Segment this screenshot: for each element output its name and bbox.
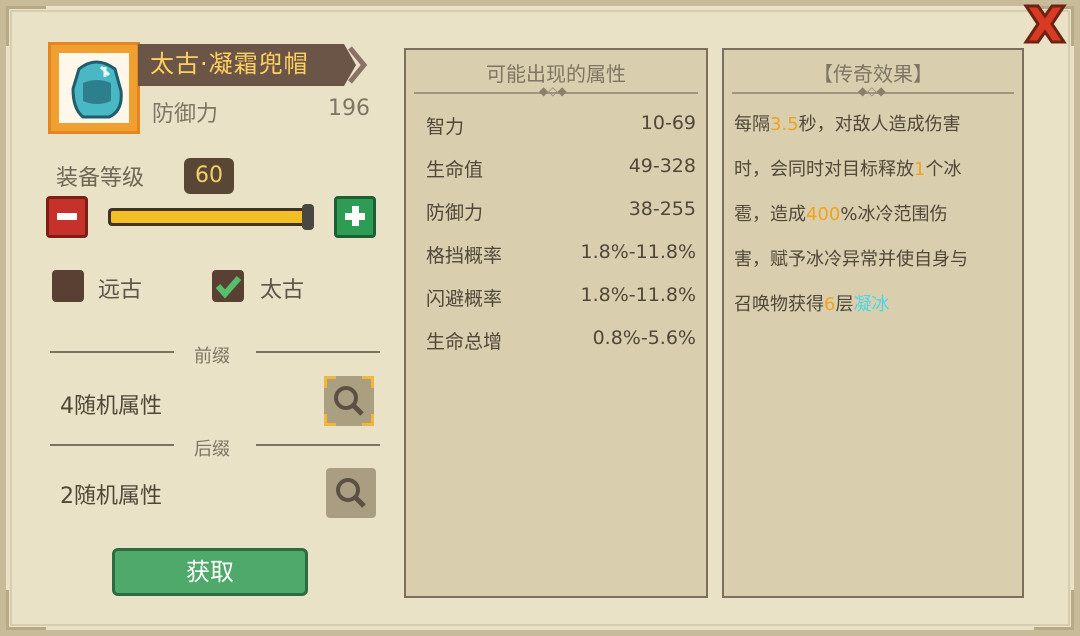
legendary-effect-line: 召唤物获得6层凝冰 — [734, 290, 889, 316]
check-icon — [215, 276, 242, 299]
divider — [256, 351, 380, 353]
attribute-row: 格挡概率 1.8%-11.8% — [426, 241, 696, 271]
legend-text: 层 — [835, 294, 854, 315]
highlight-keyword: 凝冰 — [853, 294, 890, 315]
main-stat-value: 196 — [328, 96, 370, 121]
item-icon — [48, 42, 140, 134]
level-increase-button[interactable] — [334, 196, 376, 238]
attribute-row: 智力 10-69 — [426, 112, 696, 142]
prefix-text: 4随机属性 — [60, 394, 162, 419]
highlight-number: 400 — [806, 204, 841, 225]
equipment-level-label: 装备等级 — [56, 166, 145, 191]
attribute-range: 1.8%-11.8% — [580, 284, 696, 306]
attribute-range: 0.8%-5.6% — [592, 327, 696, 349]
highlight-number: 6 — [824, 294, 836, 315]
hood-icon — [71, 60, 123, 119]
highlight-number: 1 — [914, 159, 926, 180]
legendary-effect-line: 每隔3.5秒，对敌人造成伤害 — [734, 110, 961, 136]
attribute-name: 生命总增 — [426, 331, 503, 353]
legendary-effect-line: 雹，造成400%冰冷范围伤 — [734, 200, 947, 226]
attribute-row: 生命值 49-328 — [426, 155, 696, 185]
divider-ornament-icon: ◆◇◆ — [539, 84, 567, 98]
level-slider-handle[interactable] — [302, 204, 314, 230]
checkbox-taigu[interactable] — [212, 270, 244, 302]
legend-text: 个冰 — [925, 159, 962, 180]
legendary-effect-line: 时，会同时对目标释放1个冰 — [734, 155, 961, 181]
attribute-row: 生命总增 0.8%-5.6% — [426, 327, 696, 357]
attribute-name: 生命值 — [426, 159, 484, 181]
frame-ornament — [6, 6, 46, 46]
level-slider-fill — [111, 211, 307, 223]
checkbox-yuangu[interactable] — [52, 270, 84, 302]
divider — [50, 444, 174, 446]
frame-ornament — [6, 590, 46, 630]
checkbox-taigu-label: 太古 — [260, 278, 305, 303]
divider — [256, 444, 380, 446]
attribute-name: 格挡概率 — [426, 245, 503, 267]
suffix-inspect-button[interactable] — [326, 468, 376, 518]
attribute-name: 防御力 — [426, 202, 484, 224]
attribute-range: 49-328 — [628, 155, 696, 177]
checkbox-yuangu-label: 远古 — [98, 278, 143, 303]
get-button[interactable]: 获取 — [112, 548, 308, 596]
possible-attributes-title: 可能出现的属性 — [486, 62, 626, 86]
legend-text: 雹，造成 — [734, 204, 806, 225]
equipment-level-value: 60 — [184, 158, 234, 194]
legendary-effect-line: 害，赋予冰冷异常并使自身与 — [734, 245, 968, 271]
attribute-range: 38-255 — [628, 198, 696, 220]
frame-ornament — [1034, 590, 1074, 630]
prefix-title: 前缀 — [194, 346, 230, 367]
magnifier-icon — [321, 373, 377, 429]
magnifier-icon — [336, 478, 366, 508]
legend-text: 召唤物获得 — [734, 294, 824, 315]
attribute-name: 闪避概率 — [426, 288, 503, 310]
attribute-row: 防御力 38-255 — [426, 198, 696, 228]
highlight-number: 3.5 — [770, 114, 799, 135]
divider-ornament-icon: ◆◇◆ — [858, 84, 886, 98]
attribute-row: 闪避概率 1.8%-11.8% — [426, 284, 696, 314]
legend-text: %冰冷范围伤 — [840, 204, 948, 225]
main-stat-label: 防御力 — [152, 102, 219, 127]
divider — [50, 351, 174, 353]
level-decrease-button[interactable] — [46, 196, 88, 238]
close-icon[interactable] — [1016, 0, 1074, 48]
suffix-text: 2随机属性 — [60, 484, 162, 509]
prefix-inspect-button[interactable] — [321, 373, 377, 429]
legend-text: 时，会同时对目标释放 — [734, 159, 914, 180]
legend-text: 害，赋予冰冷异常并使自身与 — [734, 249, 968, 270]
item-name: 太古·凝霜兜帽 — [150, 50, 309, 78]
attribute-name: 智力 — [426, 116, 465, 138]
attribute-range: 1.8%-11.8% — [580, 241, 696, 263]
legend-text: 秒，对敌人造成伤害 — [798, 114, 961, 135]
suffix-title: 后缀 — [194, 439, 230, 460]
legend-text: 每隔 — [734, 114, 770, 135]
attribute-range: 10-69 — [640, 112, 696, 134]
legendary-effect-title: 【传奇效果】 — [813, 62, 933, 86]
minus-icon — [57, 213, 77, 220]
